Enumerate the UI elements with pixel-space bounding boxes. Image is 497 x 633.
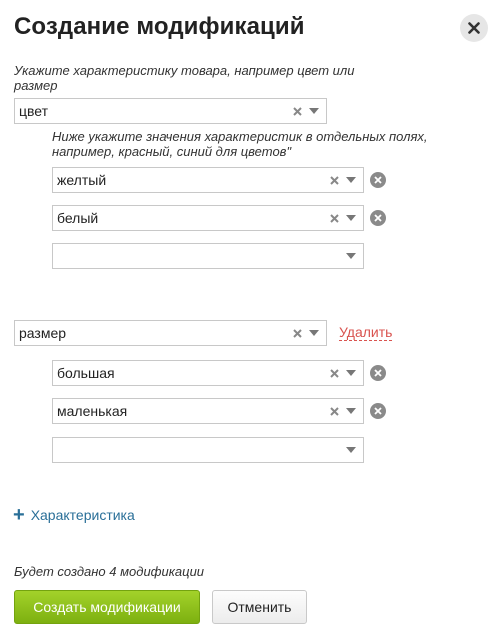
clear-icon[interactable]: [327, 404, 341, 418]
characteristic-select-size[interactable]: размер: [14, 320, 327, 346]
add-characteristic-label: Характеристика: [30, 507, 135, 523]
value-select[interactable]: большая: [52, 360, 364, 386]
delete-characteristic-link[interactable]: Удалить: [339, 324, 393, 341]
add-characteristic-link[interactable]: + Характеристика: [13, 504, 135, 526]
value-text: желтый: [57, 172, 107, 188]
value-select[interactable]: белый: [52, 205, 364, 231]
chevron-down-icon[interactable]: [343, 443, 359, 457]
value-text: белый: [57, 210, 99, 226]
property-hint: Укажите характеристику товара, например …: [14, 63, 355, 93]
value-select[interactable]: желтый: [52, 167, 364, 193]
dialog-title: Создание модификаций: [14, 13, 305, 40]
chevron-down-icon[interactable]: [343, 211, 359, 225]
modifications-summary: Будет создано 4 модификации: [14, 564, 205, 579]
value-select-empty[interactable]: [52, 437, 364, 463]
chevron-down-icon[interactable]: [306, 326, 322, 340]
remove-value-icon[interactable]: [370, 172, 386, 188]
chevron-down-icon[interactable]: [343, 249, 359, 263]
value-text: большая: [57, 365, 115, 381]
characteristic-select-color[interactable]: цвет: [14, 98, 327, 124]
characteristic-value: цвет: [19, 103, 49, 119]
remove-value-icon[interactable]: [370, 403, 386, 419]
cancel-button[interactable]: Отменить: [212, 590, 307, 624]
values-hint: Ниже укажите значения характеристик в от…: [52, 129, 428, 159]
close-button[interactable]: [460, 14, 488, 42]
plus-icon: +: [13, 504, 25, 526]
characteristic-value: размер: [19, 325, 67, 341]
chevron-down-icon[interactable]: [306, 104, 322, 118]
chevron-down-icon[interactable]: [343, 366, 359, 380]
value-text: маленькая: [57, 403, 128, 419]
clear-icon[interactable]: [327, 173, 341, 187]
close-icon: [468, 22, 480, 34]
clear-icon[interactable]: [327, 211, 341, 225]
clear-icon[interactable]: [290, 326, 304, 340]
clear-icon[interactable]: [327, 366, 341, 380]
chevron-down-icon[interactable]: [343, 173, 359, 187]
remove-value-icon[interactable]: [370, 210, 386, 226]
chevron-down-icon[interactable]: [343, 404, 359, 418]
value-select[interactable]: маленькая: [52, 398, 364, 424]
remove-value-icon[interactable]: [370, 365, 386, 381]
clear-icon[interactable]: [290, 104, 304, 118]
create-modifications-button[interactable]: Создать модификации: [14, 590, 200, 624]
value-select-empty[interactable]: [52, 243, 364, 269]
